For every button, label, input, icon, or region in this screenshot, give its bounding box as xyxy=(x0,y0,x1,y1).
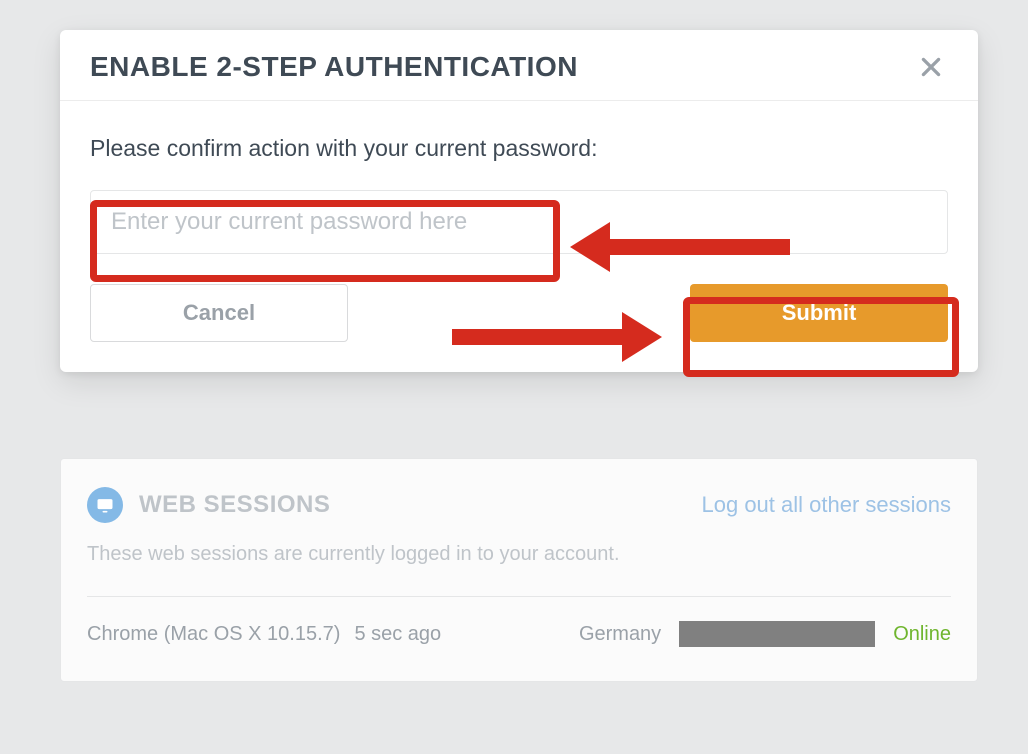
sessions-icon xyxy=(87,487,123,523)
logout-all-sessions-link[interactable]: Log out all other sessions xyxy=(702,492,952,518)
modal-title: ENABLE 2-STEP AUTHENTICATION xyxy=(90,51,578,83)
session-row: Chrome (Mac OS X 10.15.7) 5 sec ago Germ… xyxy=(87,596,951,677)
cancel-button[interactable]: Cancel xyxy=(90,284,348,342)
session-status: Online xyxy=(893,623,951,646)
modal-body: Please confirm action with your current … xyxy=(60,101,978,372)
confirm-prompt: Please confirm action with your current … xyxy=(90,135,948,162)
web-sessions-description: These web sessions are currently logged … xyxy=(87,543,951,566)
submit-button[interactable]: Submit xyxy=(690,284,948,342)
session-when: 5 sec ago xyxy=(354,623,441,646)
current-password-input[interactable] xyxy=(90,190,948,254)
enable-2fa-modal: ENABLE 2-STEP AUTHENTICATION Please conf… xyxy=(60,30,978,372)
modal-header: ENABLE 2-STEP AUTHENTICATION xyxy=(60,30,978,101)
session-location: Germany xyxy=(579,623,661,646)
web-sessions-header: WEB SESSIONS Log out all other sessions xyxy=(87,487,951,523)
session-client: Chrome (Mac OS X 10.15.7) xyxy=(87,623,340,646)
modal-button-row: Cancel Submit xyxy=(90,284,948,342)
session-ip-redacted xyxy=(679,621,875,647)
web-sessions-panel: WEB SESSIONS Log out all other sessions … xyxy=(60,458,978,682)
close-icon[interactable] xyxy=(914,50,948,84)
web-sessions-title: WEB SESSIONS xyxy=(139,491,330,519)
